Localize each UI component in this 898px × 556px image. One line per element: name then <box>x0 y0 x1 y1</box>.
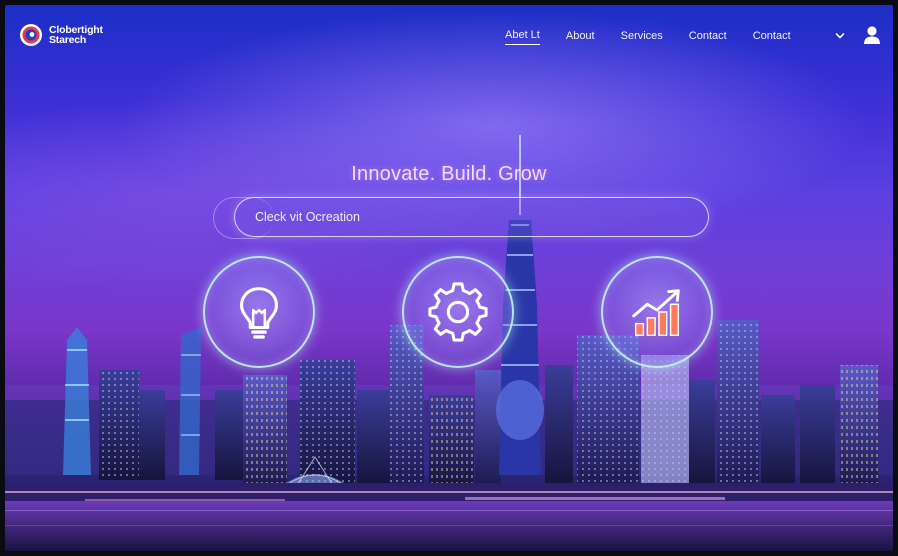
nav-item-services[interactable]: Services <box>621 30 663 45</box>
brand-name: Clobertight Starech <box>49 25 103 46</box>
nav-item-contact[interactable]: Contact <box>689 30 727 45</box>
nav-item-about[interactable]: About <box>566 30 595 45</box>
main-nav: Abet Lt About Services Contact Contact <box>505 29 817 45</box>
hero-search-bar[interactable] <box>234 197 709 237</box>
chevron-down-icon[interactable] <box>834 30 846 42</box>
site-header: Clobertight Starech Abet Lt About Servic… <box>5 5 893 69</box>
nav-item-abet-lt[interactable]: Abet Lt <box>505 29 540 45</box>
nav-item-contact-2[interactable]: Contact <box>753 30 791 45</box>
gear-icon <box>428 282 488 342</box>
brand-logo-icon <box>20 24 42 46</box>
feature-build[interactable] <box>402 256 514 368</box>
hero-title: Innovate. Build. Grow <box>351 163 547 185</box>
brand-logo[interactable]: Clobertight Starech <box>19 23 103 47</box>
page-frame: Clobertight Starech Abet Lt About Servic… <box>5 5 893 551</box>
brand-name-line2: Starech <box>49 34 87 46</box>
lightbulb-icon <box>240 287 278 339</box>
feature-idea[interactable] <box>203 256 315 368</box>
feature-grow[interactable] <box>601 256 713 368</box>
hero-search-input[interactable] <box>253 209 687 225</box>
growth-chart-icon <box>632 289 680 336</box>
user-account-icon[interactable] <box>863 25 881 45</box>
